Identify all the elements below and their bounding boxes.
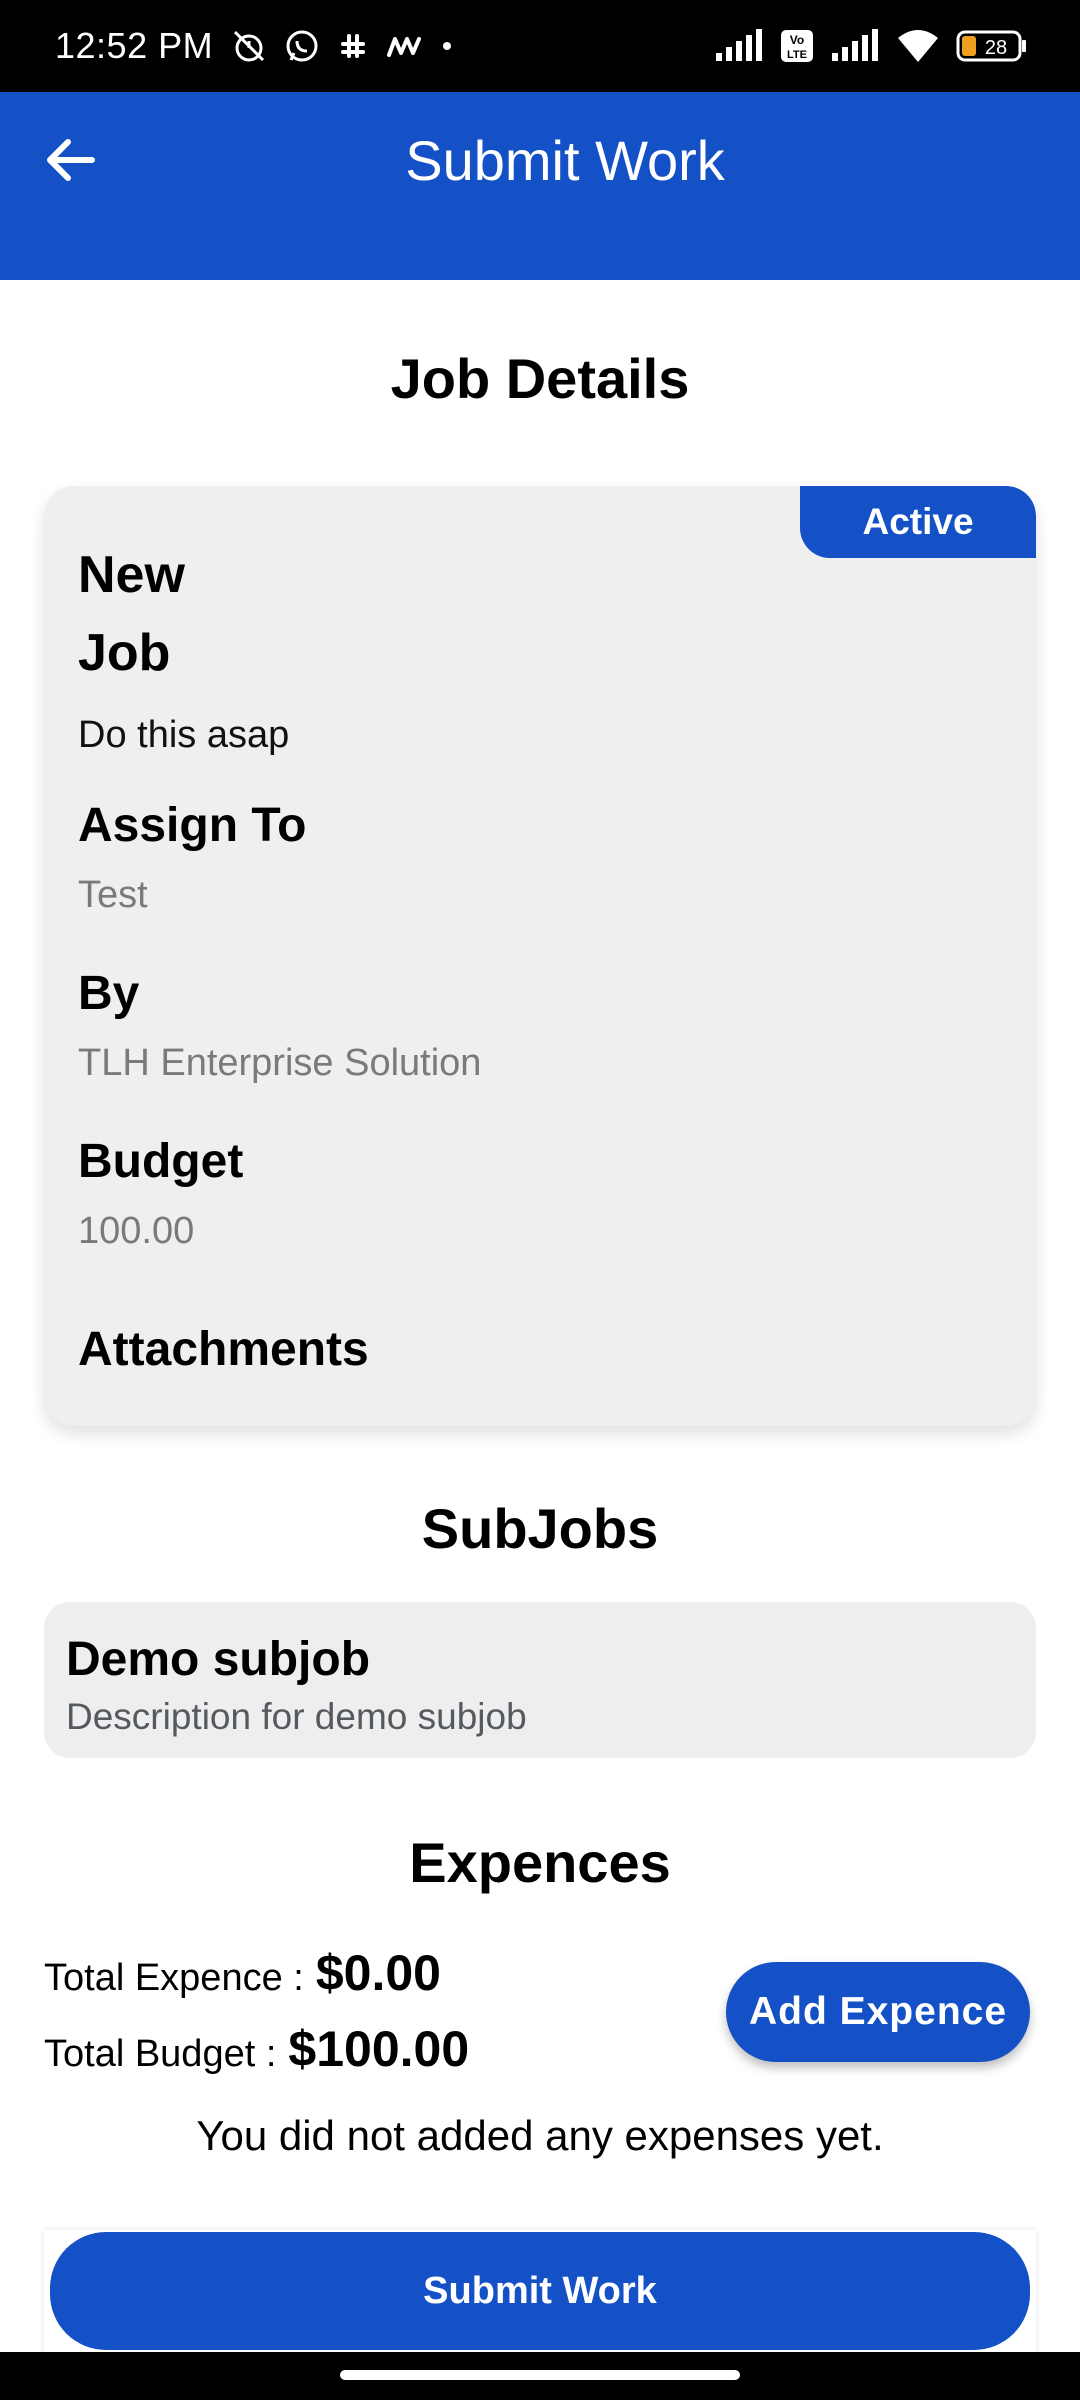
app-bar: Submit Work xyxy=(0,92,1080,280)
budget-label: Budget xyxy=(78,1135,244,1188)
notification-icons xyxy=(229,26,457,66)
wifi-icon xyxy=(896,28,940,64)
battery-level: 28 xyxy=(985,37,1007,59)
job-details-title: Job Details xyxy=(390,347,690,410)
expenses-title: Expences xyxy=(409,1831,671,1894)
svg-text:Vo: Vo xyxy=(790,33,804,47)
app-m-icon xyxy=(385,31,423,61)
by-value: TLH Enterprise Solution xyxy=(78,1042,482,1084)
status-time: 12:52 PM xyxy=(55,25,214,66)
page-title: Submit Work xyxy=(405,129,725,192)
more-dot-icon xyxy=(437,36,457,56)
whatsapp-icon xyxy=(283,27,321,65)
subjob-title: Demo subjob xyxy=(66,1633,371,1686)
submit-work-button[interactable]: Submit Work xyxy=(50,2232,1030,2350)
status-left: 12:52 PM xyxy=(55,25,457,67)
screen: 12:52 PM Vo LTE 28 Submit Work Job Detai… xyxy=(0,0,1080,2400)
job-card: Active New Job Do this asap Assign To Te… xyxy=(44,486,1036,1426)
assign-to-value: Test xyxy=(78,874,148,916)
by-label: By xyxy=(78,967,140,1020)
total-budget-label: Total Budget : xyxy=(44,2033,277,2075)
assign-to-label: Assign To xyxy=(78,799,307,852)
alarm-off-icon xyxy=(229,26,269,66)
subjob-description: Description for demo subjob xyxy=(66,1696,527,1737)
total-budget-value: $100.00 xyxy=(288,2021,470,2077)
home-gesture-handle[interactable] xyxy=(340,2370,740,2380)
signal-icon xyxy=(714,29,764,63)
job-name: New Job xyxy=(78,546,185,682)
attachments-label: Attachments xyxy=(78,1323,369,1376)
total-expense-row: Total Expence : $0.00 xyxy=(44,1944,441,2002)
add-expense-button[interactable]: Add Expence xyxy=(726,1962,1030,2062)
subjob-item[interactable]: Demo subjob Description for demo subjob xyxy=(44,1602,1036,1758)
empty-expenses-message: You did not added any expenses yet. xyxy=(196,2112,884,2159)
status-right: Vo LTE 28 xyxy=(714,28,1028,64)
svg-text:LTE: LTE xyxy=(787,49,807,61)
volte-icon: Vo LTE xyxy=(780,29,814,63)
subjobs-title: SubJobs xyxy=(421,1497,659,1560)
battery-icon: 28 xyxy=(956,29,1028,63)
total-expense-value: $0.00 xyxy=(315,1945,441,2001)
signal-2-icon xyxy=(830,29,880,63)
total-budget-row: Total Budget : $100.00 xyxy=(44,2020,469,2078)
job-description: Do this asap xyxy=(78,714,290,756)
slack-icon xyxy=(335,28,371,64)
status-bar: 12:52 PM Vo LTE 28 xyxy=(0,0,1080,92)
navigation-bar xyxy=(0,2352,1080,2400)
status-badge: Active xyxy=(800,486,1036,558)
total-expense-label: Total Expence : xyxy=(44,1957,304,1999)
budget-value: 100.00 xyxy=(78,1210,195,1252)
